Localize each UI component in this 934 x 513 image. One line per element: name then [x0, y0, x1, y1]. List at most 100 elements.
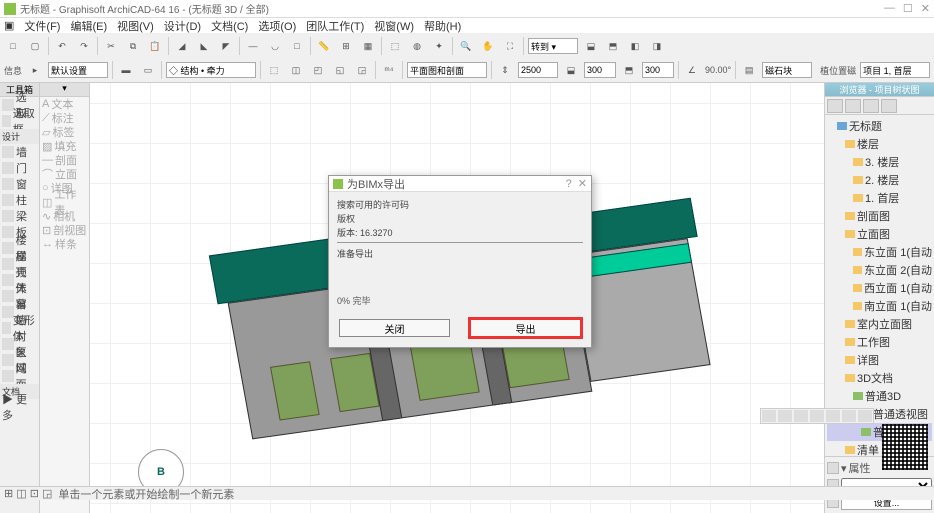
tool-more[interactable]: ▶ 更多 — [0, 399, 39, 415]
palette-item[interactable]: A文本 — [40, 97, 89, 111]
dialog-export-btn[interactable]: 导出 — [470, 319, 581, 337]
height-input[interactable] — [518, 62, 558, 78]
anchor-dropdown[interactable]: 项目 1, 首层 — [860, 62, 930, 78]
nav-tab-icon[interactable] — [881, 99, 897, 113]
tb-h-icon[interactable]: ✦ — [430, 37, 448, 55]
palette-item[interactable]: ⌒立面 — [40, 167, 89, 181]
tb-fit-icon[interactable]: ⛶ — [501, 37, 519, 55]
tb-paste-icon[interactable]: 📋 — [146, 37, 164, 55]
tree-interior[interactable]: 室内立面图 — [827, 315, 932, 333]
float-btn-icon[interactable] — [826, 410, 840, 422]
dialog-titlebar[interactable]: 为BIMx导出 ? ✕ — [329, 176, 591, 192]
tb-w1-icon[interactable]: ⬓ — [562, 61, 580, 79]
tb-ang-icon[interactable]: ∠ — [683, 61, 701, 79]
tb-arc-icon[interactable]: ◡ — [266, 37, 284, 55]
palette-item[interactable]: ◫工作表 — [40, 195, 89, 209]
tb-prof4-icon[interactable]: ◱ — [331, 61, 349, 79]
tool-door[interactable]: 门 — [0, 160, 39, 176]
tb-cut-icon[interactable]: ✂ — [102, 37, 120, 55]
tree-root[interactable]: 无标题 — [827, 117, 932, 135]
tb-i-icon[interactable]: ⬓ — [582, 37, 600, 55]
tool-beam[interactable]: 梁 — [0, 208, 39, 224]
tree-details[interactable]: 详图 — [827, 351, 932, 369]
float-btn-icon[interactable] — [778, 410, 792, 422]
snap-dropdown[interactable]: 磁石块 — [762, 62, 812, 78]
tree-3ddocs[interactable]: 3D文档 — [827, 369, 932, 387]
tb-j-icon[interactable]: ⬒ — [604, 37, 622, 55]
tb-g-icon[interactable]: ◍ — [408, 37, 426, 55]
tb-3d-icon[interactable]: ⬚ — [386, 37, 404, 55]
menu-help[interactable]: 帮助(H) — [424, 18, 461, 34]
tb-open-icon[interactable]: ▢ — [26, 37, 44, 55]
dialog-close-btn[interactable]: 关闭 — [339, 319, 450, 337]
float-btn-icon[interactable] — [794, 410, 808, 422]
nav-tab-icon[interactable] — [845, 99, 861, 113]
tb-prof3-icon[interactable]: ◰ — [309, 61, 327, 79]
tb-e-icon[interactable]: ⊞ — [337, 37, 355, 55]
width1-input[interactable] — [584, 62, 616, 78]
menu-file[interactable]: 文件(F) — [24, 18, 60, 34]
tree-worksheets[interactable]: 工作图 — [827, 333, 932, 351]
status-icons[interactable]: ⊞ ◫ ⊡ ◲ — [4, 487, 52, 500]
palette-item[interactable]: ▱标签 — [40, 125, 89, 139]
tb-new-icon[interactable]: □ — [4, 37, 22, 55]
tree-3d[interactable]: 普通3D — [827, 387, 932, 405]
tb-a-icon[interactable]: ◢ — [173, 37, 191, 55]
nb-icon[interactable] — [827, 462, 839, 474]
dialog-help-button[interactable]: ? — [566, 178, 572, 190]
minimize-button[interactable]: — — [884, 2, 895, 15]
tb-prof2-icon[interactable]: ◫ — [287, 61, 305, 79]
tb-w2-icon[interactable]: ⬒ — [620, 61, 638, 79]
palette-item[interactable]: ⟋标注 — [40, 111, 89, 125]
tb-zoom-icon[interactable]: 🔍 — [457, 37, 475, 55]
structure-dropdown[interactable]: ◇ 结构 • 牵力 — [166, 62, 256, 78]
dialog-close-button[interactable]: ✕ — [578, 177, 587, 190]
tb-info-icon[interactable]: ▸ — [26, 61, 44, 79]
tb-hatch-icon[interactable]: ▤ — [740, 61, 758, 79]
plan-section-dropdown[interactable]: 平面图和剖面 — [407, 62, 487, 78]
tool-wall[interactable]: 墙 — [0, 144, 39, 160]
tool-window[interactable]: 窗 — [0, 176, 39, 192]
tb-line-icon[interactable]: — — [244, 37, 262, 55]
tree-elev[interactable]: 东立面 2(自动 — [827, 261, 932, 279]
tb-wall-icon[interactable]: ▬ — [117, 61, 135, 79]
menu-document[interactable]: 文档(C) — [211, 18, 248, 34]
palette-item[interactable]: ⊡剖视图 — [40, 223, 89, 237]
float-btn-icon[interactable] — [842, 410, 856, 422]
palette-item[interactable]: ↔样条 — [40, 237, 89, 251]
tb-prof1-icon[interactable]: ⬚ — [265, 61, 283, 79]
width2-input[interactable] — [642, 62, 674, 78]
menu-teamwork[interactable]: 团队工作(T) — [306, 18, 364, 34]
tool-marquee[interactable]: 选取框 — [0, 113, 39, 129]
menu-design[interactable]: 设计(D) — [164, 18, 201, 34]
tb-copy-icon[interactable]: ⧉ — [124, 37, 142, 55]
tb-c-icon[interactable]: ◤ — [217, 37, 235, 55]
tree-elev[interactable]: 南立面 1(自动 — [827, 297, 932, 315]
tool-column[interactable]: 柱 — [0, 192, 39, 208]
tb-height-icon[interactable]: ⇕ — [496, 61, 514, 79]
tree-elevations[interactable]: 立面图 — [827, 225, 932, 243]
tb-redo-icon[interactable]: ↷ — [75, 37, 93, 55]
tb-k-icon[interactable]: ◧ — [626, 37, 644, 55]
tb-f-icon[interactable]: ▦ — [359, 37, 377, 55]
tb-goto-dropdown[interactable]: 转到 ▾ — [528, 38, 578, 54]
tree-elev[interactable]: 西立面 1(自动 — [827, 279, 932, 297]
menu-window[interactable]: 视窗(W) — [374, 18, 414, 34]
menu-view[interactable]: 视图(V) — [117, 18, 154, 34]
float-btn-icon[interactable] — [762, 410, 776, 422]
tree-elev[interactable]: 东立面 1(自动 — [827, 243, 932, 261]
nav-tab-icon[interactable] — [863, 99, 879, 113]
tree-sections[interactable]: 剖面图 — [827, 207, 932, 225]
menu-edit[interactable]: 编辑(E) — [70, 18, 107, 34]
maximize-button[interactable]: ☐ — [903, 2, 913, 15]
default-setting-dropdown[interactable]: 默认设置 — [48, 62, 108, 78]
tree-story[interactable]: 1. 首层 — [827, 189, 932, 207]
tb-l-icon[interactable]: ◨ — [648, 37, 666, 55]
tree-stories[interactable]: 楼层 — [827, 135, 932, 153]
tree-story[interactable]: 3. 楼层 — [827, 153, 932, 171]
tb-undo-icon[interactable]: ↶ — [53, 37, 71, 55]
float-btn-icon[interactable] — [810, 410, 824, 422]
tb-text-icon[interactable]: ᵐ⁴ — [380, 61, 398, 79]
tb-wall2-icon[interactable]: ▭ — [139, 61, 157, 79]
nav-tab-icon[interactable] — [827, 99, 843, 113]
